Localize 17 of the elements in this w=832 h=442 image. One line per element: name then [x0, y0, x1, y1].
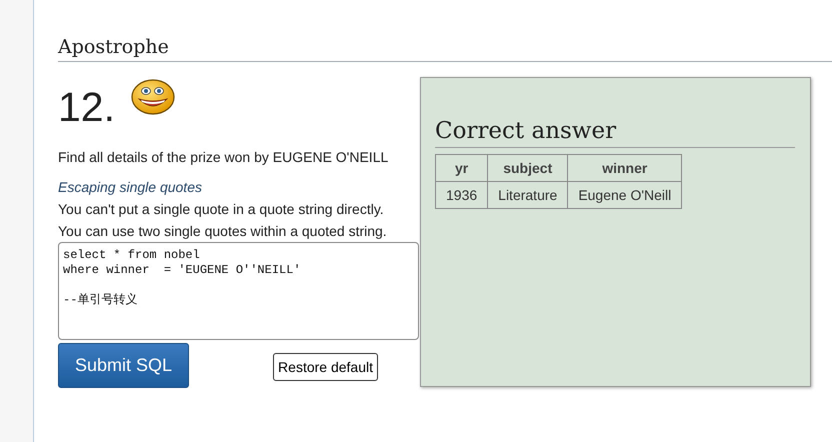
answer-heading: Correct answer	[435, 118, 795, 148]
table-cell: 1936	[436, 182, 488, 208]
submit-button[interactable]: Submit SQL	[58, 343, 190, 388]
section-heading: Apostrophe	[58, 36, 832, 62]
hint-text: You can't put a single quote in a quote string directly.	[58, 201, 385, 217]
column-header: winner	[568, 154, 682, 182]
sql-editor[interactable]: select * from nobel where winner = 'EUGENE O''NEILL' --单引号转义	[58, 242, 419, 340]
column-header: yr	[436, 154, 488, 182]
column-header: subject	[488, 154, 568, 182]
table-cell: Literature	[488, 182, 568, 208]
question-number: 12.	[58, 87, 115, 128]
table-cell: Eugene O'Neill	[568, 182, 682, 208]
smiley-icon	[131, 79, 175, 115]
restore-button[interactable]: Restore default	[273, 352, 378, 380]
hint-title: Escaping single quotes	[58, 179, 203, 195]
hint-text: You can use two single quotes within a quoted string.	[58, 223, 388, 239]
question-text: Find all details of the prize won by EUGENE O'NEILL	[58, 149, 390, 165]
